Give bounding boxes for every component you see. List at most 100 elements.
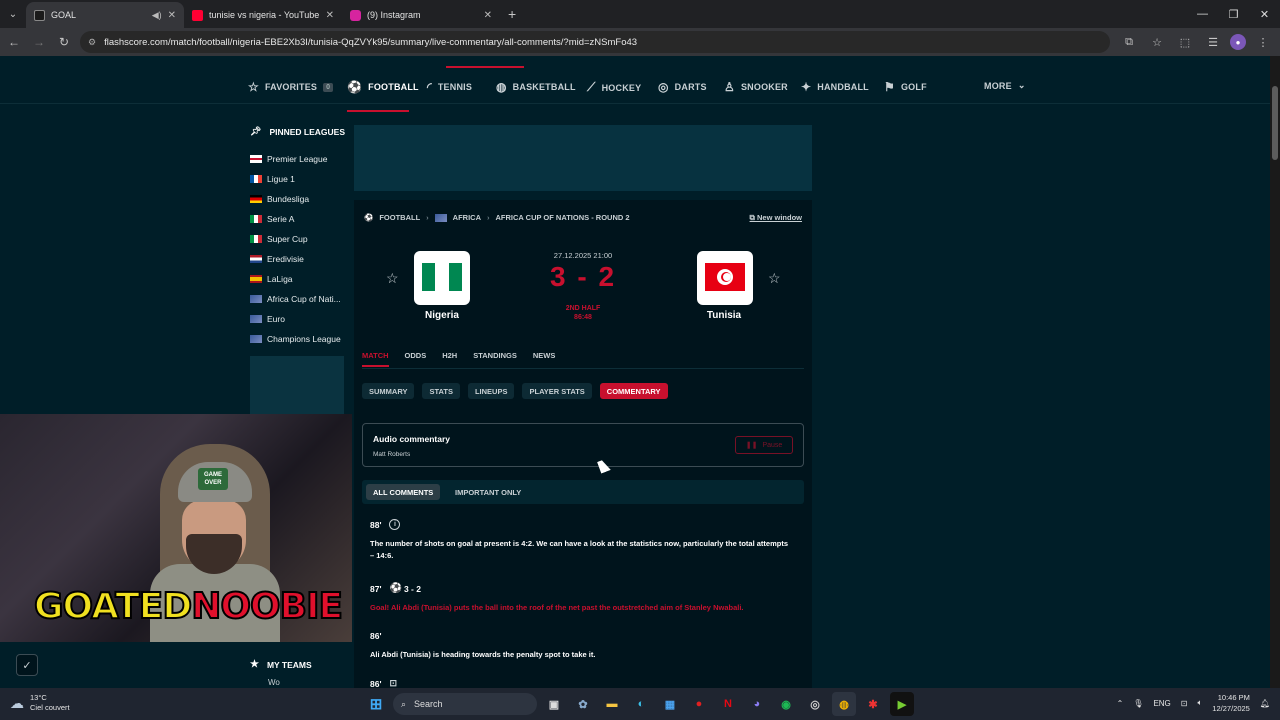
app-dark-icon[interactable]: ◎	[803, 692, 827, 716]
favorite-home-star-icon[interactable]: ☆	[386, 270, 399, 287]
start-icon[interactable]: ⊞	[364, 692, 388, 716]
network-icon[interactable]: ⊡	[1181, 699, 1188, 708]
tabs-divider	[362, 368, 804, 369]
taskbar-clock[interactable]: 10:46 PM 12/27/2025	[1212, 692, 1250, 714]
app-red-icon[interactable]: ●	[687, 692, 711, 716]
shield-icon[interactable]: ✓	[16, 654, 38, 676]
breadcrumb-football[interactable]: FOOTBALL	[379, 213, 420, 222]
sidebar-item-laliga[interactable]: LaLiga	[250, 274, 293, 284]
site-info-icon[interactable]: ⚙	[88, 37, 96, 48]
italy-flag-icon	[250, 235, 262, 243]
new-tab-button[interactable]: +	[508, 6, 516, 22]
filter-important-only[interactable]: IMPORTANT ONLY	[448, 484, 528, 500]
microphone-icon[interactable]: 🎙︎	[1133, 699, 1143, 708]
sidebar-item-eredivisie[interactable]: Eredivisie	[250, 254, 304, 264]
sidebar-item-euro[interactable]: Euro	[250, 314, 285, 324]
home-team-name[interactable]: Nigeria	[392, 310, 492, 321]
forward-icon[interactable]: →	[28, 31, 50, 53]
tunisia-logo[interactable]	[697, 251, 753, 305]
close-tab-icon[interactable]: ✕	[484, 10, 492, 21]
breadcrumb-tournament[interactable]: AFRICA CUP OF NATIONS - ROUND 2	[496, 213, 630, 222]
weather-widget[interactable]: ☁ 13°C Ciel couvert	[10, 693, 70, 713]
away-team-name[interactable]: Tunisia	[674, 310, 774, 321]
chrome-icon[interactable]: ◍	[832, 692, 856, 716]
comment-item: 86' Ali Abdi (Tunisia) is heading toward…	[370, 631, 790, 661]
favorite-away-star-icon[interactable]: ☆	[768, 270, 781, 287]
nav-golf[interactable]: ⚑ GOLF	[884, 80, 927, 94]
sidebar-item-africa-cup[interactable]: Africa Cup of Nati...	[250, 294, 341, 304]
back-icon[interactable]: ←	[3, 31, 25, 53]
tab-search-chevron-icon[interactable]: ⌄	[0, 0, 26, 28]
subtab-player-stats[interactable]: PLAYER STATS	[522, 383, 592, 399]
extensions-icon[interactable]: ⬚	[1174, 31, 1196, 53]
my-teams-heading[interactable]: ★ MY TEAMS	[250, 659, 312, 670]
copilot-icon[interactable]: ✿	[571, 692, 595, 716]
tab-audio-icon[interactable]: ◀)	[152, 10, 162, 21]
edge-icon[interactable]: ◐	[629, 692, 653, 716]
browser-tab-instagram[interactable]: (9) Instagram ✕	[342, 2, 500, 28]
new-window-link[interactable]: ⧉ New window	[750, 213, 802, 223]
filter-all-comments[interactable]: ALL COMMENTS	[366, 484, 441, 500]
sidebar-item-super-cup[interactable]: Super Cup	[250, 234, 308, 244]
sidebar-item-champions-league[interactable]: Champions League	[250, 334, 341, 344]
minimize-icon[interactable]: —	[1187, 0, 1218, 28]
install-app-icon[interactable]: ⧉	[1118, 31, 1140, 53]
breadcrumb: ⚽ FOOTBALL › AFRICA › AFRICA CUP OF NATI…	[364, 213, 630, 222]
store-icon[interactable]: ▦	[658, 692, 682, 716]
subtab-lineups[interactable]: LINEUPS	[467, 383, 515, 399]
netflix-icon[interactable]: N	[716, 692, 740, 716]
app-multi-icon[interactable]: ✱	[861, 692, 885, 716]
sidebar-item-ligue-1[interactable]: Ligue 1	[250, 174, 295, 184]
reload-icon[interactable]: ↻	[53, 31, 75, 53]
star-icon: ★	[250, 659, 259, 670]
browser-tab-youtube[interactable]: tunisie vs nigeria - YouTube ✕	[184, 2, 342, 28]
language-indicator[interactable]: ENG	[1153, 699, 1170, 708]
subtab-stats[interactable]: STATS	[422, 383, 460, 399]
tab-standings[interactable]: STANDINGS	[473, 351, 517, 360]
scrollbar-thumb[interactable]	[1272, 86, 1278, 160]
discord-icon[interactable]: ◕	[745, 692, 769, 716]
sidebar-item-serie-a[interactable]: Serie A	[250, 214, 294, 224]
tab-news[interactable]: NEWS	[533, 351, 556, 360]
nav-favorites[interactable]: ☆ FAVORITES 0	[248, 80, 334, 94]
nav-darts[interactable]: ◎ DARTS	[658, 80, 707, 94]
tab-h2h[interactable]: H2H	[442, 351, 457, 360]
notification-icon[interactable]: 🔔︎	[1260, 699, 1270, 708]
spotify-icon[interactable]: ◉	[774, 692, 798, 716]
maximize-icon[interactable]: ❐	[1218, 0, 1249, 28]
task-view-icon[interactable]: ▣	[542, 692, 566, 716]
netherlands-flag-icon	[250, 255, 262, 263]
sidebar-item-bundesliga[interactable]: Bundesliga	[250, 194, 309, 204]
browser-menu-icon[interactable]: ⋮	[1252, 31, 1274, 53]
nigeria-logo[interactable]	[414, 251, 470, 305]
tray-overflow-icon[interactable]: ⌃	[1117, 699, 1124, 708]
tab-match[interactable]: MATCH	[362, 351, 389, 367]
taskbar-search[interactable]: ⌕ Search	[393, 693, 537, 715]
nav-hockey[interactable]: ⟋ HOCKEY	[587, 80, 641, 95]
chevron-down-icon: ⌄	[1017, 80, 1026, 90]
browser-tab-goal[interactable]: GOAL ◀) ✕	[26, 2, 184, 28]
bookmark-star-icon[interactable]: ☆	[1146, 31, 1168, 53]
nav-handball[interactable]: ✦ HANDBALL	[801, 80, 869, 94]
sidebar-item-premier-league[interactable]: Premier League	[250, 154, 327, 164]
nav-football[interactable]: ⚽ FOOTBALL	[347, 80, 419, 112]
subtab-commentary[interactable]: COMMENTARY	[599, 383, 668, 399]
close-tab-icon[interactable]: ✕	[168, 10, 176, 21]
volume-icon[interactable]: 🔈︎	[1197, 698, 1202, 708]
address-bar[interactable]: ⚙ flashscore.com/match/football/nigeria-…	[80, 31, 1110, 53]
profile-avatar[interactable]: ●	[1230, 34, 1246, 50]
nav-tennis[interactable]: ◜ TENNIS	[427, 80, 472, 94]
close-tab-icon[interactable]: ✕	[326, 10, 334, 21]
nav-basketball[interactable]: ◍ BASKETBALL	[496, 80, 576, 94]
nav-snooker[interactable]: ♙ SNOOKER	[724, 80, 788, 94]
page-scrollbar[interactable]	[1270, 56, 1280, 688]
close-window-icon[interactable]: ✕	[1249, 0, 1280, 28]
reading-list-icon[interactable]: ☰	[1202, 31, 1224, 53]
pause-button[interactable]: ❚❚ Pause	[735, 436, 793, 454]
subtab-summary[interactable]: SUMMARY	[362, 383, 415, 399]
terminal-icon[interactable]: ▶	[890, 692, 914, 716]
tab-odds[interactable]: ODDS	[405, 351, 427, 360]
breadcrumb-africa[interactable]: AFRICA	[453, 213, 481, 222]
file-explorer-icon[interactable]: ▬	[600, 692, 624, 716]
nav-more[interactable]: MORE ⌄	[984, 80, 1026, 91]
